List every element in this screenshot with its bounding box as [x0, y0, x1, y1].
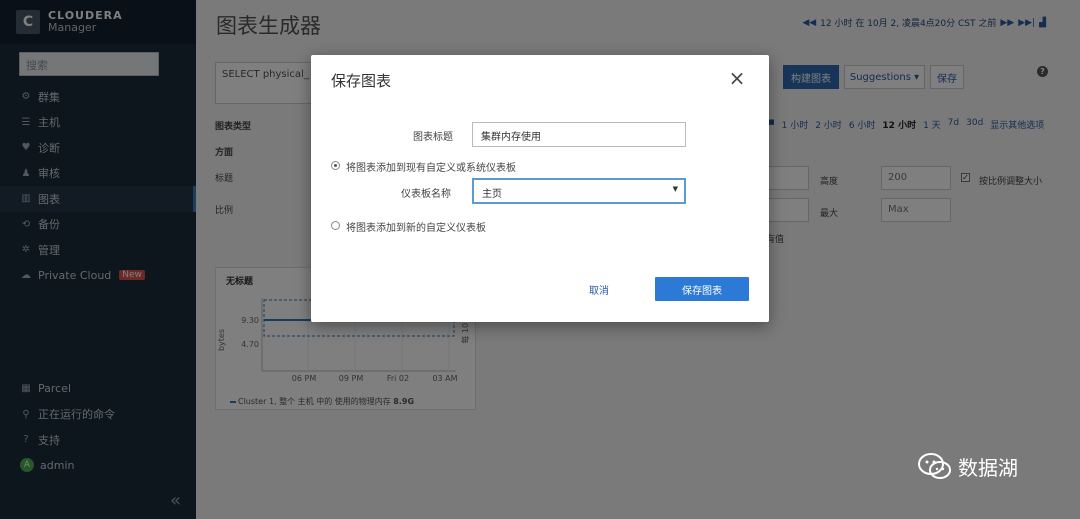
dashboard-name-value: 主页 [482, 189, 502, 200]
dashboard-name-label: 仪表板名称 [401, 189, 451, 200]
radio-new-dashboard[interactable] [331, 221, 340, 230]
save-chart-dialog: 保存图表 × 图表标题 集群内存使用 将图表添加到现有自定义或系统仪表板 仪表板… [311, 55, 769, 322]
watermark-text: 数据湖 [958, 456, 1018, 480]
dashboard-name-select[interactable]: 主页 ▼ [472, 178, 686, 204]
save-chart-button[interactable]: 保存图表 [655, 277, 749, 301]
radio-existing-label[interactable]: 将图表添加到现有自定义或系统仪表板 [346, 159, 516, 174]
watermark: 数据湖 [918, 452, 1018, 481]
chart-title-label: 图表标题 [413, 132, 453, 143]
cancel-button[interactable]: 取消 [589, 282, 609, 297]
close-icon[interactable]: × [727, 67, 747, 89]
wechat-icon [918, 452, 951, 479]
chevron-down-icon: ▼ [672, 185, 678, 193]
chart-title-input[interactable]: 集群内存使用 [472, 122, 686, 147]
radio-existing-dashboard[interactable] [331, 161, 340, 170]
dialog-title: 保存图表 [331, 72, 392, 90]
radio-new-label[interactable]: 将图表添加到新的自定义仪表板 [346, 219, 486, 234]
